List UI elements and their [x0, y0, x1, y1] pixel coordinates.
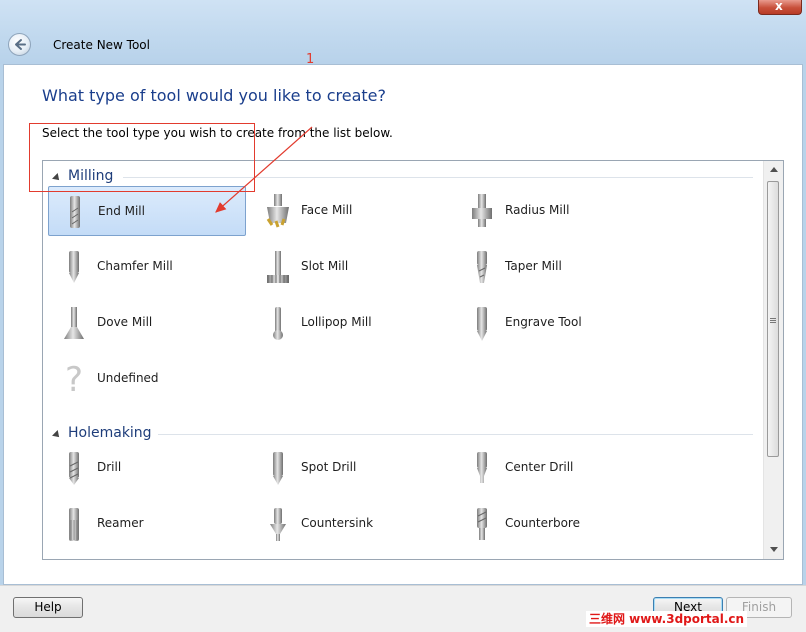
- tool-label: Lollipop Mill: [301, 315, 372, 329]
- tool-label: End Mill: [98, 204, 145, 218]
- tool-item-chamfer-mill[interactable]: Chamfer Mill: [48, 242, 246, 292]
- counterbore-icon: [477, 508, 487, 540]
- engrave-tool-icon: [477, 307, 487, 341]
- tool-label: Countersink: [301, 516, 374, 530]
- grip-icon: [770, 318, 776, 319]
- tool-label: Reamer: [97, 516, 144, 530]
- tool-label: Undefined: [97, 371, 159, 385]
- taper-mill-icon: [477, 251, 487, 283]
- reamer-icon: [69, 508, 79, 541]
- tool-label: Taper Mill: [505, 259, 562, 273]
- tool-item-counterbore[interactable]: Counterbore: [456, 499, 654, 549]
- close-icon: x: [775, 0, 783, 13]
- tool-item-face-mill[interactable]: Face Mill: [252, 186, 450, 236]
- collapse-triangle-icon: [52, 430, 62, 440]
- svg-text:?: ?: [65, 361, 83, 397]
- radius-mill-icon: [472, 194, 492, 227]
- tool-label: Spot Drill: [301, 460, 357, 474]
- tool-label: Chamfer Mill: [97, 259, 173, 273]
- scroll-down-icon[interactable]: [770, 547, 778, 552]
- tool-label: Center Drill: [505, 460, 574, 474]
- center-drill-icon: [477, 452, 487, 483]
- scroll-up-icon[interactable]: [770, 167, 778, 172]
- end-mill-icon: [70, 196, 80, 228]
- tool-item-taper-mill[interactable]: Taper Mill: [456, 242, 654, 292]
- title-bar: Create New Tool x: [0, 0, 806, 64]
- help-button[interactable]: Help: [13, 597, 83, 618]
- dove-mill-icon: [64, 307, 84, 339]
- question-mark-icon: ?: [65, 361, 83, 397]
- tool-item-end-mill[interactable]: End Mill: [48, 186, 246, 236]
- slot-mill-icon: [267, 251, 289, 283]
- annotation-number: 1: [306, 52, 315, 67]
- back-button[interactable]: [8, 33, 31, 56]
- face-mill-icon: [266, 194, 289, 228]
- tool-label: Drill: [97, 460, 122, 474]
- lollipop-mill-icon: [273, 307, 283, 340]
- tool-label: Radius Mill: [505, 203, 570, 217]
- countersink-icon: [270, 508, 286, 541]
- window-title: Create New Tool: [53, 38, 150, 52]
- tool-item-engrave-tool[interactable]: Engrave Tool: [456, 298, 654, 348]
- tool-label: Slot Mill: [301, 259, 349, 273]
- tool-item-dove-mill[interactable]: Dove Mill: [48, 298, 246, 348]
- tool-label: Face Mill: [301, 203, 353, 217]
- tool-item-slot-mill[interactable]: Slot Mill: [252, 242, 450, 292]
- tool-label: Engrave Tool: [505, 315, 582, 329]
- close-button[interactable]: x: [758, 0, 802, 15]
- chamfer-mill-icon: [69, 251, 79, 283]
- tool-item-lollipop-mill[interactable]: Lollipop Mill: [252, 298, 450, 348]
- tool-label: Counterbore: [505, 516, 580, 530]
- drill-icon: [69, 452, 79, 485]
- back-arrow-icon: [15, 39, 26, 50]
- tool-item-reamer[interactable]: Reamer: [48, 499, 246, 549]
- spot-drill-icon: [273, 452, 283, 485]
- tool-item-spot-drill[interactable]: Spot Drill: [252, 443, 450, 493]
- tool-item-drill[interactable]: Drill: [48, 443, 246, 493]
- page-heading: What type of tool would you like to crea…: [42, 86, 386, 105]
- watermark: 三维网 www.3dportal.cn: [586, 611, 748, 627]
- group-label: Holemaking: [68, 425, 152, 441]
- vertical-scrollbar[interactable]: [763, 161, 783, 559]
- tool-item-radius-mill[interactable]: Radius Mill: [456, 186, 654, 236]
- tool-type-list[interactable]: Milling Holemaking End Mill Face Mill Radi…: [42, 160, 784, 560]
- tool-item-center-drill[interactable]: Center Drill: [456, 443, 654, 493]
- tool-item-undefined[interactable]: ? Undefined: [48, 354, 246, 404]
- tool-label: Dove Mill: [97, 315, 153, 329]
- group-divider: [158, 434, 753, 435]
- tool-item-countersink[interactable]: Countersink: [252, 499, 450, 549]
- annotation-highlight-box: [29, 123, 255, 192]
- scrollbar-thumb[interactable]: [767, 181, 779, 457]
